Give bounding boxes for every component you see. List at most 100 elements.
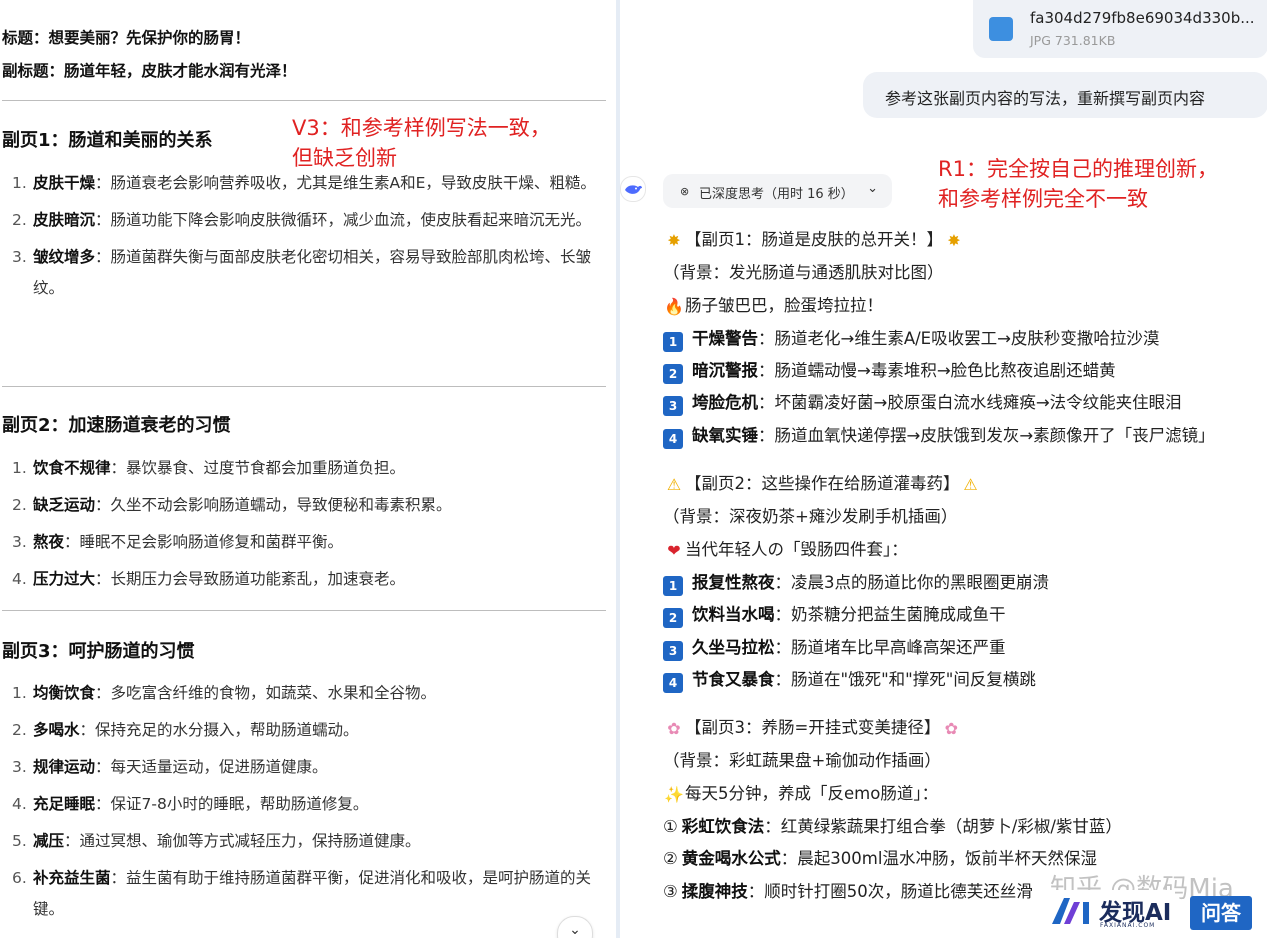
response-text: 【副页1：肠道是皮肤的总开关！】	[685, 230, 943, 249]
number-keycap-icon: 1	[663, 575, 683, 596]
circled-number: ①	[663, 817, 678, 837]
response-line: 1 干燥警告：肠道老化→维生素A/E吸收罢工→皮肤秒变撒哈拉沙漠	[663, 323, 1263, 355]
left-panel: 标题：想要美丽？先保护你的肠胃！ 副标题：肠道年轻，皮肤才能水润有光泽！ 副页1…	[0, 0, 612, 938]
list-number: 2.	[12, 211, 27, 229]
response-keyword: 报复性熬夜	[692, 572, 775, 592]
list-item-keyword: 多喝水	[33, 721, 80, 739]
number-keycap-icon: 3	[663, 640, 683, 661]
response-text: （背景：发光肠道与通透肌肤对比图）	[663, 263, 944, 283]
flower-icon: ✿	[667, 719, 681, 739]
response-text: ：肠道在"饿死"和"撑死"间反复横跳	[774, 669, 1036, 689]
response-text: 肠子皱巴巴，脸蛋垮拉拉！	[685, 295, 883, 315]
number-keycap-icon: 4	[663, 672, 683, 693]
list-item-text: ：通过冥想、瑜伽等方式减轻压力，保持肠道健康。	[64, 832, 421, 850]
response-keyword: 饮料当水喝	[692, 605, 775, 625]
response-line: 2 暗沉警报：肠道蠕动慢→毒素堆积→脸色比熬夜追剧还蜡黄	[663, 355, 1263, 387]
list-item-text: ：保持充足的水分摄入，帮助肠道蠕动。	[79, 721, 359, 739]
list-item: 2. 皮肤暗沉：肠道功能下降会影响皮肤微循环，减少血流，使皮肤看起来暗沉无光。	[12, 205, 602, 236]
list-item-keyword: 补充益生菌	[33, 869, 111, 887]
page-title-line: 标题：想要美丽？先保护你的肠胃！	[2, 29, 251, 47]
user-message-text: 参考这张副页内容的写法，重新撰写副页内容	[885, 89, 1206, 108]
response-keyword: 揉腹神技	[681, 881, 748, 901]
list-item-keyword: 皱纹增多	[33, 248, 96, 266]
r1-annotation-line1: R1：完全按自己的推理创新，	[938, 157, 1218, 181]
page-subtitle-line: 副标题：肠道年轻，皮肤才能水润有光泽！	[2, 62, 297, 80]
brand-subtitle: FAXIANAI.COM	[1100, 922, 1156, 929]
circled-number: ③	[663, 881, 678, 901]
list-item: 2. 缺乏运动：久坐不动会影响肠道蠕动，导致便秘和毒素积累。	[12, 490, 602, 521]
response-line: 4 缺氧实锤：肠道血氧快递停摆→皮肤饿到发灰→素颜像开了「丧尸滤镜」	[663, 420, 1263, 452]
list-number: 4.	[12, 795, 27, 813]
right-panel: fa304d279fb8e69034d330b... JPG 731.81KB …	[620, 0, 1267, 938]
star-burst-icon: ✸	[947, 231, 961, 250]
number-keycap-icon: 3	[663, 396, 683, 417]
brand-tag: 问答	[1190, 896, 1252, 930]
list-item: 6. 补充益生菌：益生菌有助于维持肠道菌群平衡，促进消化和吸收，是呵护肠道的关键。	[12, 863, 602, 925]
list-item-text: ：肠道菌群失衡与面部皮肤老化密切相关，容易导致脸部肌肉松垮、长皱纹。	[33, 248, 592, 297]
list-item-text: ：肠道衰老会影响营养吸收，尤其是维生素A和E，导致皮肤干燥、粗糙。	[95, 174, 596, 192]
response-keyword: 久坐马拉松	[692, 637, 775, 657]
r1-annotation-line2: 和参考样例完全不一致	[938, 187, 1148, 211]
response-text: ：肠道蠕动慢→毒素堆积→脸色比熬夜追剧还蜡黄	[758, 361, 1116, 381]
response-text: ：顺时针打圈50次，肠道比德芙还丝滑	[747, 881, 1033, 901]
brand-mark-icon	[1052, 898, 1089, 924]
list-item-keyword: 充足睡眠	[33, 795, 96, 813]
list-item-text: ：久坐不动会影响肠道蠕动，导致便秘和毒素积累。	[95, 496, 452, 514]
list-number: 1.	[12, 684, 27, 702]
attachment-card[interactable]: fa304d279fb8e69034d330b... JPG 731.81KB	[973, 0, 1267, 58]
list-item: 2. 多喝水：保持充足的水分摄入，帮助肠道蠕动。	[12, 715, 602, 746]
list-item: 4. 压力过大：长期压力会导致肠道功能紊乱，加速衰老。	[12, 564, 602, 595]
response-line: （背景：发光肠道与通透肌肤对比图）	[663, 257, 1263, 289]
response-line: ❤ 当代年轻人の「毁肠四件套」：	[663, 534, 1263, 567]
warning-icon: ⚠	[666, 475, 682, 495]
list-number: 6.	[12, 869, 27, 887]
list-number: 1.	[12, 459, 27, 477]
response-text: ：晨起300ml温水冲肠，饭前半杯天然保湿	[780, 849, 1097, 869]
response-keyword: 垮脸危机	[692, 393, 758, 413]
warning-icon: ⚠	[963, 475, 978, 495]
list-item-keyword: 减压	[33, 832, 65, 850]
section-divider	[2, 610, 606, 611]
brand-logo: 发现AI FAXIANAI.COM	[1050, 890, 1175, 930]
response-line: （背景：彩虹蔬果盘+瑜伽动作插画）	[663, 745, 1263, 777]
response-keyword: 彩虹饮食法	[681, 817, 765, 837]
list-item-text: ：长期压力会导致肠道功能紊乱，加速衰老。	[95, 570, 406, 588]
response-text: 【副页3：养肠=开挂式变美捷径】	[685, 718, 941, 738]
list-number: 4.	[12, 570, 27, 588]
response-keyword: 干燥警告	[692, 328, 758, 348]
list-item-keyword: 压力过大	[33, 570, 96, 588]
section-title-2: 副页2：加速肠道衰老的习惯	[2, 415, 231, 436]
response-line: 1 报复性熬夜：凌晨3点的肠道比你的黑眼圈更崩溃	[663, 567, 1263, 599]
thinking-toggle[interactable]: ⊗ 已深度思考（用时 16 秒） ⌄	[663, 174, 892, 208]
list-item-keyword: 均衡饮食	[33, 684, 96, 702]
response-text: ：红黄绿紫蔬果打组合拳（胡萝卜/彩椒/紫甘蓝）	[764, 817, 1122, 837]
section-title-1: 副页1：肠道和美丽的关系	[2, 130, 213, 151]
list-item-keyword: 缺乏运动	[33, 496, 96, 514]
list-item-text: ：保证7-8小时的睡眠，帮助肠道修复。	[95, 795, 369, 813]
response-line: ✨每天5分钟，养成「反emo肠道」：	[663, 778, 1263, 811]
list-number: 2.	[12, 721, 27, 739]
section-divider	[2, 386, 606, 387]
section-divider	[2, 100, 606, 101]
heart-icon: ❤	[667, 540, 681, 560]
assistant-response: ✸ 【副页1：肠道是皮肤的总开关！】 ✸ （背景：发光肠道与通透肌肤对比图） 🔥肠子皱巴…	[663, 224, 1263, 908]
circled-number: ②	[663, 849, 678, 869]
response-line: 🔥肠子皱巴巴，脸蛋垮拉拉！	[663, 290, 1263, 323]
list-item-text: ：多吃富含纤维的食物，如蔬菜、水果和全谷物。	[95, 684, 437, 702]
response-line: 3 垮脸危机：坏菌霸凌好菌→胶原蛋白流水线瘫痪→法令纹能夹住眼泪	[663, 387, 1263, 419]
response-line: （背景：深夜奶茶+瘫沙发刷手机插画）	[663, 501, 1263, 533]
response-line: ✸ 【副页1：肠道是皮肤的总开关！】 ✸	[663, 224, 1263, 257]
list-item: 1. 饮食不规律：暴饮暴食、过度节食都会加重肠道负担。	[12, 453, 602, 484]
number-keycap-icon: 1	[663, 331, 683, 352]
response-line: ⚠ 【副页2：这些操作在给肠道灌毒药】 ⚠	[663, 468, 1263, 501]
number-keycap-icon: 2	[663, 608, 683, 629]
number-keycap-icon: 4	[663, 428, 683, 449]
response-keyword: 节食又暴食	[692, 669, 775, 689]
list-item-text: ：睡眠不足会影响肠道修复和菌群平衡。	[64, 533, 344, 551]
list-item: 5. 减压：通过冥想、瑜伽等方式减轻压力，保持肠道健康。	[12, 826, 602, 857]
list-item-keyword: 皮肤干燥	[33, 174, 96, 192]
response-keyword: 暗沉警报	[692, 361, 758, 381]
attachment-meta: JPG 731.81KB	[1030, 33, 1116, 48]
response-keyword: 缺氧实锤	[692, 425, 758, 445]
v3-annotation-line1: V3：和参考样例写法一致，	[292, 116, 551, 140]
